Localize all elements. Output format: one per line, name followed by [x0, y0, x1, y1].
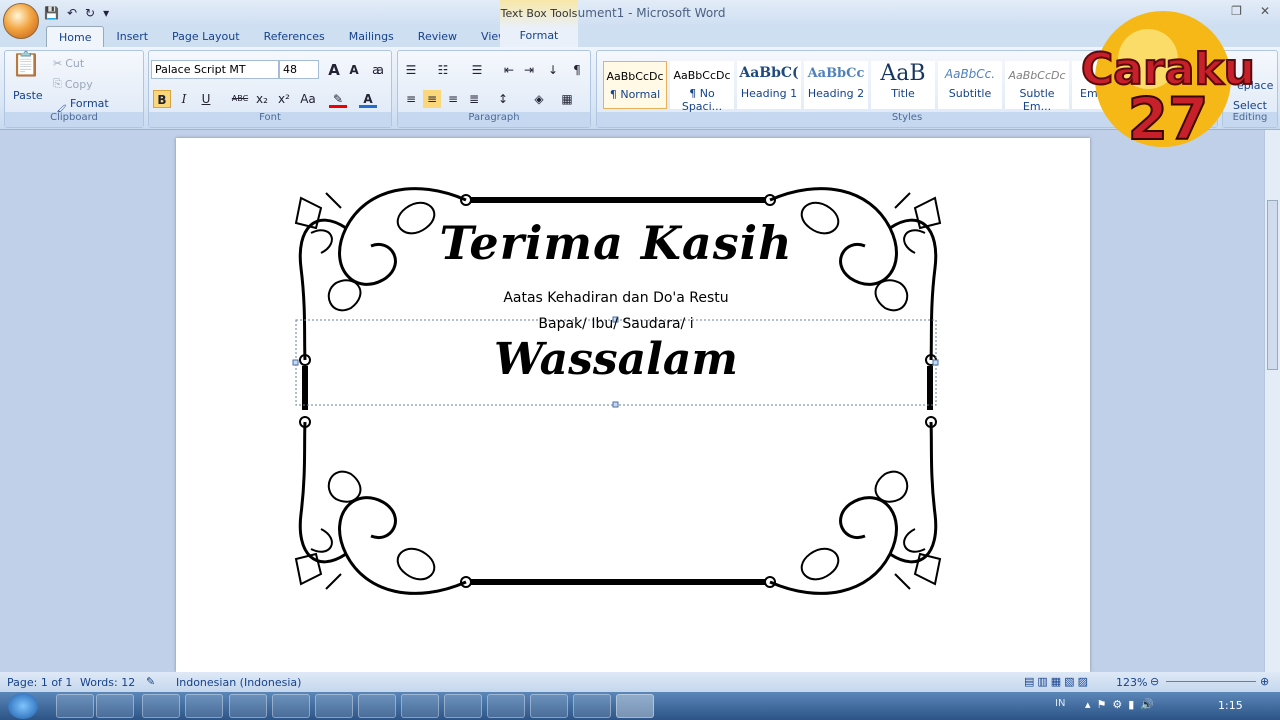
active-window-icon[interactable]: [616, 694, 654, 718]
align-left-icon[interactable]: ≡: [402, 90, 420, 108]
text-box-tools: Text Box Tools Format: [500, 0, 578, 47]
zoom-in-icon[interactable]: ⊕: [1260, 675, 1269, 688]
paste-icon: 📋: [11, 50, 41, 78]
shading-icon[interactable]: ◈: [530, 90, 548, 108]
paste-button[interactable]: Paste: [13, 89, 43, 102]
justify-icon[interactable]: ≣: [465, 90, 483, 108]
scrollbar-thumb[interactable]: [1267, 200, 1278, 370]
clipboard-group: 📋 Paste ✂Cut ⎘Copy 🖌Format Painter Clipb…: [4, 50, 144, 128]
tab-home[interactable]: Home: [46, 26, 105, 47]
svg-text:27: 27: [1128, 85, 1209, 153]
tab-page-layout[interactable]: Page Layout: [160, 26, 252, 47]
increase-indent-icon[interactable]: ⇥: [520, 61, 538, 79]
body-line-2[interactable]: Bapak/ Ibu/ Saudara/ i: [176, 316, 1056, 332]
style-normal[interactable]: AaBbCcDc ¶ Normal: [603, 61, 667, 109]
app-icon[interactable]: [401, 694, 439, 718]
word-icon[interactable]: [573, 694, 611, 718]
font-label: Font: [149, 112, 391, 127]
style-title[interactable]: AaB Title: [871, 61, 935, 109]
italic-button[interactable]: I: [175, 90, 193, 108]
clock[interactable]: 1:15: [1218, 699, 1243, 712]
align-right-icon[interactable]: ≡: [444, 90, 462, 108]
font-group: Palace Script MT 48 A A ꜳ B I U ABC x₂ x…: [148, 50, 392, 128]
body-line-1[interactable]: Aatas Kehadiran dan Do'a Restu: [176, 290, 1056, 306]
tab-review[interactable]: Review: [406, 26, 469, 47]
borders-icon[interactable]: ▦: [558, 90, 576, 108]
caraku27-logo: Caraku 27: [1080, 11, 1256, 154]
app-icon[interactable]: [487, 694, 525, 718]
superscript-icon[interactable]: x²: [275, 90, 293, 108]
app-icon[interactable]: [530, 694, 568, 718]
highlight-icon[interactable]: ✎: [329, 90, 347, 108]
heading-text[interactable]: Terima Kasih: [176, 216, 1056, 270]
multilevel-list-icon[interactable]: ☰: [468, 61, 486, 79]
app-icon[interactable]: [444, 694, 482, 718]
line-spacing-icon[interactable]: ↕: [494, 90, 512, 108]
pilcrow-icon[interactable]: ¶: [568, 61, 586, 79]
paragraph-group: ☰ ☷ ☰ ⇤ ⇥ ↓ ¶ ≡ ≡ ≡ ≣ ↕ ◈ ▦ Paragraph: [397, 50, 591, 128]
style-subtitle[interactable]: AaBbCc. Subtitle: [938, 61, 1002, 109]
style-heading-1[interactable]: AaBbC(Heading 1: [737, 61, 801, 109]
taskbar: IN ▴⚑⚙▮🔊 1:15: [0, 692, 1280, 720]
media-player-icon[interactable]: [142, 694, 180, 718]
excel-icon[interactable]: [272, 694, 310, 718]
copy-icon: ⎘: [53, 77, 62, 90]
grow-font-icon[interactable]: A: [325, 61, 343, 79]
app-icon[interactable]: [229, 694, 267, 718]
sort-icon[interactable]: ↓: [544, 61, 562, 79]
input-language[interactable]: IN: [1055, 698, 1065, 709]
paragraph-label: Paragraph: [398, 112, 590, 127]
bold-button[interactable]: B: [153, 90, 171, 108]
clear-format-icon[interactable]: ꜳ: [369, 61, 387, 79]
subscript-icon[interactable]: x₂: [253, 90, 271, 108]
acrobat-icon[interactable]: [358, 694, 396, 718]
status-bar: Page: 1 of 1 Words: 12 ✎ Indonesian (Ind…: [0, 672, 1280, 692]
zoom-level[interactable]: 123%: [1116, 676, 1147, 689]
start-button[interactable]: [8, 693, 38, 719]
vertical-scrollbar[interactable]: [1264, 130, 1280, 672]
firefox-icon[interactable]: [185, 694, 223, 718]
style-subtle-emphasis[interactable]: AaBbCcDc Subtle Em...: [1005, 61, 1069, 113]
explorer-icon[interactable]: [96, 694, 134, 718]
tab-references[interactable]: References: [252, 26, 337, 47]
strikethrough-button[interactable]: ABC: [229, 90, 251, 108]
tab-insert[interactable]: Insert: [104, 26, 160, 47]
font-size-select[interactable]: 48: [279, 60, 319, 79]
office-button[interactable]: [3, 3, 39, 39]
font-color-icon[interactable]: A: [359, 90, 377, 108]
change-case-icon[interactable]: Aa: [297, 90, 319, 108]
underline-button[interactable]: U: [197, 90, 215, 108]
copy-button[interactable]: ⎘ Copy: [53, 77, 93, 91]
bullets-icon[interactable]: ☰: [402, 61, 420, 79]
style-heading-2[interactable]: AaBbCc Heading 2: [804, 61, 868, 109]
tab-format[interactable]: Format: [500, 29, 578, 42]
view-buttons-icon[interactable]: ▤▥▦▧▨: [1024, 675, 1091, 688]
zoom-out-icon[interactable]: ⊖: [1150, 675, 1159, 688]
font-name-select[interactable]: Palace Script MT: [151, 60, 279, 79]
app-icon[interactable]: [315, 694, 353, 718]
document-page[interactable]: Terima Kasih Aatas Kehadiran dan Do'a Re…: [176, 138, 1090, 672]
scissors-icon: ✂: [53, 57, 63, 70]
cut-button[interactable]: ✂ Cut: [53, 57, 84, 70]
tab-mailings[interactable]: Mailings: [337, 26, 406, 47]
style-no-spacing[interactable]: AaBbCcDc ¶ No Spaci...: [670, 61, 734, 113]
ie-icon[interactable]: [56, 694, 94, 718]
closing-text[interactable]: Wassalam: [176, 334, 1056, 385]
align-center-icon[interactable]: ≡: [423, 90, 441, 108]
language[interactable]: Indonesian (Indonesia): [176, 676, 301, 689]
proofing-icon[interactable]: ✎: [146, 675, 155, 688]
system-tray-icons[interactable]: ▴⚑⚙▮🔊: [1085, 698, 1160, 711]
zoom-slider[interactable]: [1166, 681, 1256, 682]
word-count[interactable]: Words: 12: [80, 676, 135, 689]
page-count[interactable]: Page: 1 of 1: [7, 676, 72, 689]
numbering-icon[interactable]: ☷: [434, 61, 452, 79]
decrease-indent-icon[interactable]: ⇤: [500, 61, 518, 79]
shrink-font-icon[interactable]: A: [345, 61, 363, 79]
clipboard-label: Clipboard: [5, 112, 143, 127]
